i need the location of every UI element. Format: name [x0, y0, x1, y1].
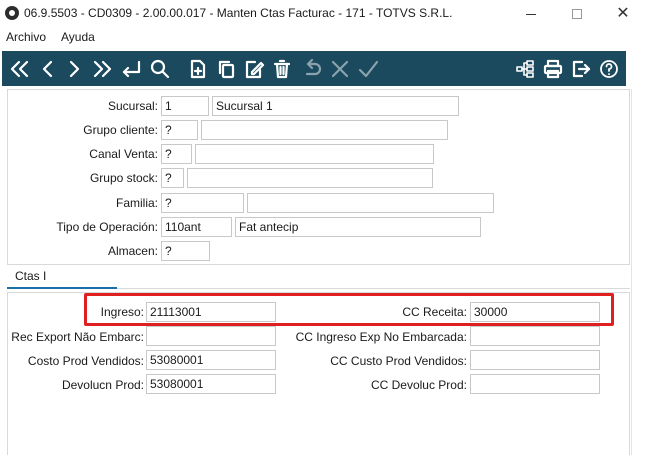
save-button[interactable] — [356, 55, 380, 82]
goto-icon — [122, 60, 141, 77]
delete-button[interactable] — [270, 55, 294, 82]
exit-icon — [572, 60, 591, 77]
almacen-label: Almacen: — [107, 244, 158, 258]
window-title: 06.9.5503 - CD0309 - 2.00.00.017 - Mante… — [24, 6, 453, 20]
tipo-operacion-label: Tipo de Operación: — [56, 220, 158, 234]
costo-prod-field[interactable]: 53080001 — [146, 350, 276, 370]
exit-button[interactable] — [569, 55, 593, 82]
next-record-icon — [69, 60, 80, 77]
print-button[interactable] — [541, 55, 565, 82]
app-icon — [5, 6, 19, 20]
familia-desc-field[interactable] — [247, 193, 494, 213]
goto-button[interactable] — [119, 55, 143, 82]
costo-prod-label: Costo Prod Vendidos: — [27, 354, 144, 368]
undo-icon — [305, 58, 322, 75]
sucursal-label: Sucursal: — [107, 99, 158, 113]
maximize-button[interactable] — [554, 0, 600, 28]
grupo-cliente-label: Grupo cliente: — [83, 123, 158, 137]
copy-icon — [218, 60, 235, 78]
close-icon: ✕ — [616, 5, 630, 22]
cc-custo-prod-label: CC Custo Prod Vendidos: — [330, 354, 467, 368]
tab-divider — [117, 288, 630, 289]
tipo-operacion-desc-field[interactable]: Fat antecip — [235, 217, 481, 237]
devolucn-prod-label: Devolucn Prod: — [61, 378, 144, 392]
undo-button[interactable] — [300, 55, 324, 82]
familia-code-field[interactable]: ? — [161, 193, 244, 213]
edit-icon — [245, 60, 265, 78]
cc-devoluc-prod-field[interactable] — [470, 374, 600, 394]
close-button[interactable]: ✕ — [600, 0, 646, 28]
highlight-box — [84, 293, 614, 326]
tab-ctas-i-label: Ctas I — [15, 269, 47, 283]
previous-record-button[interactable] — [36, 55, 60, 82]
right-scroll-area — [631, 89, 646, 455]
almacen-code-field[interactable]: ? — [161, 241, 210, 261]
last-record-button[interactable] — [90, 55, 114, 82]
help-icon — [600, 59, 618, 78]
first-record-icon — [10, 60, 29, 77]
previous-record-icon — [42, 60, 53, 77]
rec-export-label: Rec Export Não Embarc: — [11, 330, 144, 344]
cc-custo-prod-field[interactable] — [470, 350, 600, 370]
tab-ctas-i[interactable]: Ctas I — [7, 265, 117, 289]
cc-devoluc-prod-label: CC Devoluc Prod: — [370, 378, 467, 392]
menu-ayuda[interactable]: Ayuda — [61, 30, 95, 44]
cancel-button[interactable] — [328, 55, 352, 82]
sucursal-desc-field[interactable]: Sucursal 1 — [212, 96, 459, 116]
sucursal-code-field[interactable]: 1 — [161, 96, 209, 116]
toolbar — [2, 51, 626, 86]
canal-venta-label: Canal Venta: — [89, 147, 158, 161]
grupo-stock-desc-field[interactable] — [187, 168, 433, 188]
rec-export-field[interactable] — [146, 326, 276, 346]
minimize-icon — [526, 13, 536, 15]
tab-bar: Ctas I — [7, 265, 630, 289]
menu-bar: Archivo Ayuda — [0, 28, 646, 47]
last-record-icon — [93, 60, 112, 77]
first-record-button[interactable] — [8, 55, 32, 82]
grupo-stock-code-field[interactable]: ? — [161, 168, 184, 188]
grupo-cliente-desc-field[interactable] — [201, 120, 448, 140]
cc-ingreso-exp-label: CC Ingreso Exp No Embarcada: — [295, 330, 467, 344]
maximize-icon — [572, 9, 582, 19]
copy-button[interactable] — [214, 55, 238, 82]
print-icon — [543, 59, 563, 78]
new-record-icon — [190, 59, 206, 78]
cc-ingreso-exp-field[interactable] — [470, 326, 600, 346]
search-icon — [150, 59, 170, 78]
menu-archivo[interactable]: Archivo — [6, 30, 46, 44]
next-record-button[interactable] — [62, 55, 86, 82]
edit-button[interactable] — [242, 55, 266, 82]
canal-venta-desc-field[interactable] — [195, 144, 434, 164]
cancel-icon — [331, 60, 349, 77]
hierarchy-icon — [516, 59, 534, 78]
search-button[interactable] — [148, 55, 172, 82]
grupo-cliente-code-field[interactable]: ? — [161, 120, 198, 140]
save-icon — [358, 60, 379, 77]
delete-icon — [273, 59, 291, 78]
devolucn-prod-field[interactable]: 53080001 — [146, 374, 276, 394]
familia-label: Familia: — [115, 196, 158, 210]
title-bar: 06.9.5503 - CD0309 - 2.00.00.017 - Mante… — [0, 0, 646, 28]
canal-venta-code-field[interactable]: ? — [161, 144, 192, 164]
minimize-button[interactable] — [508, 0, 554, 28]
grupo-stock-label: Grupo stock: — [89, 171, 158, 185]
tipo-operacion-code-field[interactable]: 110ant — [161, 217, 232, 237]
new-record-button[interactable] — [186, 55, 210, 82]
hierarchy-button[interactable] — [513, 55, 537, 82]
help-button[interactable] — [597, 55, 621, 82]
